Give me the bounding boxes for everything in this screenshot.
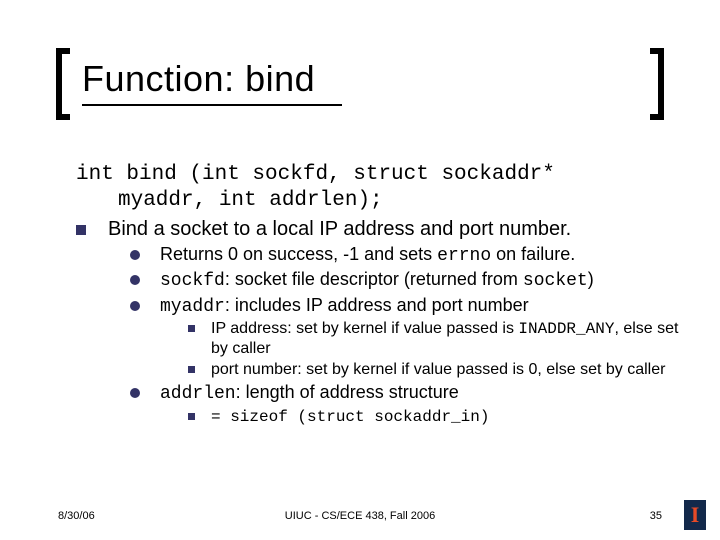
addrlen-text: addrlen: length of address structure (160, 381, 680, 406)
sockfd-code: sockfd (160, 271, 225, 291)
signature-line-1: int bind (int sockfd, struct sockaddr* (76, 162, 680, 188)
circle-bullet-icon (130, 275, 140, 285)
slide-title: Function: bind (82, 58, 662, 100)
addrlen-body: : length of address structure (236, 382, 459, 402)
title-block: Function: bind (58, 58, 662, 106)
sockfd-body: : socket file descriptor (returned from (225, 269, 523, 289)
sizeof-text: = sizeof (struct sockaddr_in) (211, 407, 680, 427)
bind-desc-text: Bind a socket to a local IP address and … (108, 217, 680, 242)
bullet-bind-desc: Bind a socket to a local IP address and … (76, 217, 680, 242)
returns-code: errno (437, 246, 491, 266)
signature-line-2: myaddr, int addrlen); (118, 188, 680, 214)
bullet-port: port number: set by kernel if value pass… (188, 360, 680, 380)
bullet-myaddr: myaddr: includes IP address and port num… (130, 294, 680, 319)
returns-a: Returns 0 on success, -1 and sets (160, 244, 437, 264)
slide-content: int bind (int sockfd, struct sockaddr* m… (76, 162, 680, 427)
socket-code: socket (523, 271, 588, 291)
sockfd-tail: ) (588, 269, 594, 289)
port-text: port number: set by kernel if value pass… (211, 360, 680, 380)
title-underline (82, 104, 342, 106)
sockfd-text: sockfd: socket file descriptor (returned… (160, 268, 680, 293)
footer-page: 35 (650, 510, 662, 522)
myaddr-text: myaddr: includes IP address and port num… (160, 294, 680, 319)
square-bullet-icon (76, 225, 86, 235)
bullet-returns: Returns 0 on success, -1 and sets errno … (130, 243, 680, 268)
bracket-left-icon (56, 48, 70, 120)
circle-bullet-icon (130, 250, 140, 260)
returns-text: Returns 0 on success, -1 and sets errno … (160, 243, 680, 268)
bullet-sizeof: = sizeof (struct sockaddr_in) (188, 407, 680, 427)
circle-bullet-icon (130, 301, 140, 311)
ip-a: IP address: set by kernel if value passe… (211, 320, 518, 337)
bullet-sockfd: sockfd: socket file descriptor (returned… (130, 268, 680, 293)
square-bullet-icon (188, 366, 195, 373)
myaddr-code: myaddr (160, 297, 225, 317)
ip-code: INADDR_ANY (518, 320, 614, 338)
ip-text: IP address: set by kernel if value passe… (211, 319, 680, 359)
square-bullet-icon (188, 325, 195, 332)
bullet-addrlen: addrlen: length of address structure (130, 381, 680, 406)
bullet-ip: IP address: set by kernel if value passe… (188, 319, 680, 359)
addrlen-code: addrlen (160, 384, 236, 404)
illinois-logo-icon: I (684, 500, 706, 530)
circle-bullet-icon (130, 388, 140, 398)
returns-b: on failure. (491, 244, 575, 264)
bracket-right-icon (650, 48, 664, 120)
footer-center: UIUC - CS/ECE 438, Fall 2006 (0, 510, 720, 522)
logo-letter: I (691, 504, 700, 526)
square-bullet-icon (188, 413, 195, 420)
myaddr-body: : includes IP address and port number (225, 295, 529, 315)
